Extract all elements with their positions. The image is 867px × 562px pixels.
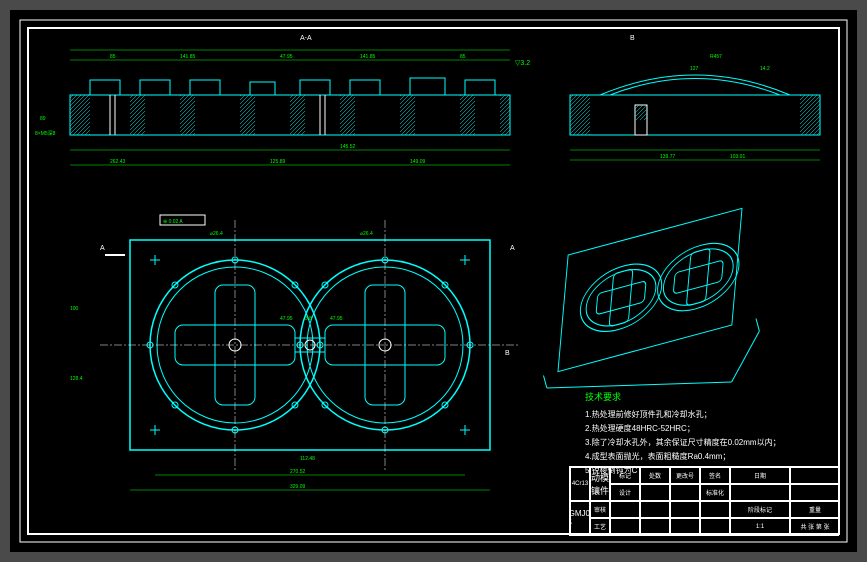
tb-header: 签名 (700, 467, 730, 484)
svg-text:B: B (505, 350, 510, 357)
drawing-canvas[interactable]: A-A 85 141.85 47.95 141.85 85 262.43 125… (10, 10, 857, 552)
tb-design: 设计 (610, 484, 640, 501)
tb-header: 标记 (610, 467, 640, 484)
tb-standard: 标准化 (700, 484, 730, 501)
svg-text:A: A (510, 245, 515, 252)
side-view-b: B R457 139.77 103.91 127 14.2 (570, 35, 820, 160)
tech-req-item: 3.除了冷却水孔外，其余保证尺寸精度在0.02mm以内； (585, 436, 781, 450)
svg-text:112.48: 112.48 (300, 456, 315, 462)
tb-sheet: 共 张 第 张 (790, 518, 840, 535)
svg-text:103.91: 103.91 (730, 154, 746, 160)
tb-header: 处数 (640, 467, 670, 484)
tb-header: 更改号 (670, 467, 700, 484)
svg-text:8×M5深8: 8×M5深8 (35, 130, 56, 137)
svg-text:149.09: 149.09 (410, 159, 426, 165)
tb-approve: 工艺 (590, 518, 610, 535)
tb-stage: 阶段标记 (730, 501, 790, 518)
plan-view: A A B 329.09 270.52 ⌀26.4 ⌀26.4 47.95 3.… (70, 215, 520, 490)
svg-text:B: B (630, 35, 635, 42)
svg-text:262.43: 262.43 (110, 159, 126, 165)
tb-header: 日期 (730, 467, 790, 484)
svg-text:⊕ 0.02 A: ⊕ 0.02 A (163, 219, 183, 225)
svg-text:85: 85 (460, 54, 466, 60)
tb-check: 审核 (590, 501, 610, 518)
svg-text:329.09: 329.09 (290, 484, 306, 490)
tb-part-name: 动模镶件 (590, 467, 610, 501)
svg-text:141.85: 141.85 (360, 54, 376, 60)
svg-text:47.95: 47.95 (280, 54, 293, 60)
svg-text:47.95: 47.95 (330, 316, 343, 322)
technical-requirements: 技术要求 1.热处理前修好顶件孔和冷却水孔； 2.热处理硬度48HRC-52HR… (585, 390, 781, 478)
tb-material: 4Cr13 (570, 467, 590, 501)
tech-req-title: 技术要求 (585, 390, 781, 404)
section-label: A-A (300, 35, 312, 42)
svg-text:R457: R457 (710, 54, 722, 60)
svg-text:128.4: 128.4 (70, 376, 83, 382)
tech-req-item: 1.热处理前修好顶件孔和冷却水孔； (585, 408, 781, 422)
svg-text:A: A (100, 245, 105, 252)
tb-weight: 重量 (790, 501, 840, 518)
tech-req-item: 4.成型表面抛光，表面粗糙度Ra0.4mm； (585, 450, 781, 464)
svg-text:141.85: 141.85 (180, 54, 196, 60)
svg-text:139.77: 139.77 (660, 154, 676, 160)
svg-text:3.8: 3.8 (305, 316, 312, 322)
svg-text:100: 100 (70, 306, 79, 312)
svg-text:125.89: 125.89 (270, 159, 286, 165)
svg-text:⌀26.4: ⌀26.4 (360, 231, 373, 237)
svg-text:14.2: 14.2 (760, 66, 770, 72)
section-view-aa: A-A 85 141.85 47.95 141.85 85 262.43 125… (35, 35, 530, 165)
svg-text:127: 127 (690, 66, 699, 72)
cad-viewport: A-A 85 141.85 47.95 141.85 85 262.43 125… (0, 0, 867, 562)
svg-text:47.95: 47.95 (280, 316, 293, 322)
svg-text:270.52: 270.52 (290, 469, 306, 475)
svg-text:145.52: 145.52 (340, 144, 356, 150)
tb-drawing-number: DGMJ01-25 (570, 501, 590, 535)
svg-text:85: 85 (110, 54, 116, 60)
tech-req-item: 2.热处理硬度48HRC-52HRC； (585, 422, 781, 436)
title-block: 标记 处数 更改号 签名 日期 4Cr13 动模镶件 设计 标准化 审核 阶段标… (569, 466, 839, 534)
svg-text:⌀26.4: ⌀26.4 (210, 231, 223, 237)
tb-scale: 1:1 (730, 518, 790, 535)
surface-finish-symbol: ▽3.2 (515, 60, 530, 67)
svg-text:89: 89 (40, 116, 46, 122)
